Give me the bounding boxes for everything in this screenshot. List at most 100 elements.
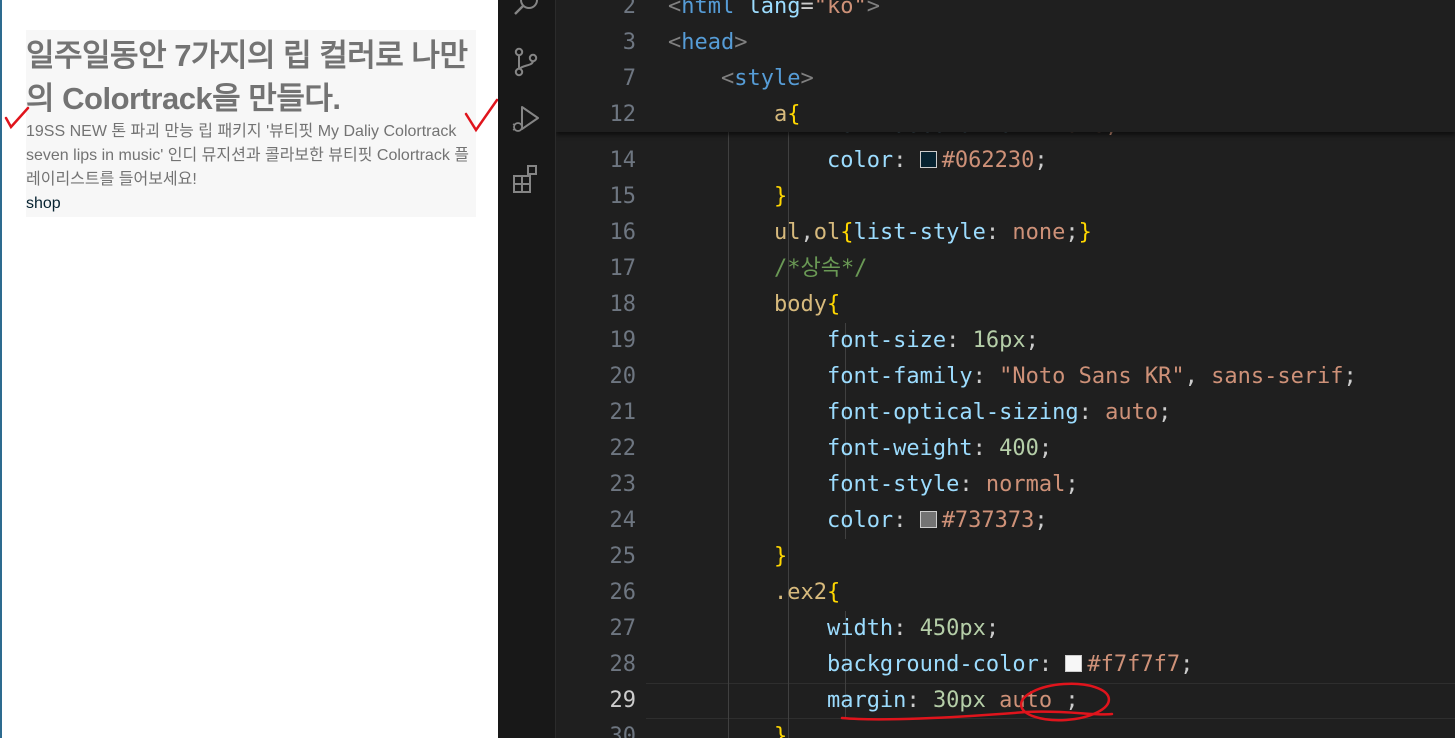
ex2-box: 일주일동안 7가지의 립 컬러로 나만의 Colortrack을 만들다. 19… xyxy=(26,30,476,217)
code-token: < xyxy=(668,30,682,55)
line-number: 12 xyxy=(609,102,637,127)
line-number: 17 xyxy=(609,256,637,281)
color-swatch-icon[interactable] xyxy=(919,151,937,168)
source-control-icon[interactable] xyxy=(510,46,542,78)
color-swatch-icon[interactable] xyxy=(1065,655,1083,672)
code-token: ; xyxy=(1052,688,1079,713)
code-line[interactable]: 21 font-optical-sizing: auto; xyxy=(556,395,1455,431)
code-line[interactable]: 22 font-weight: 400; xyxy=(556,431,1455,467)
code-token: } xyxy=(773,724,788,738)
code-token: auto xyxy=(999,688,1053,713)
code-token: ; xyxy=(1038,436,1053,461)
code-line[interactable]: 16 ul,ol{list-style: none;} xyxy=(556,215,1455,251)
code-text: width: 450px; xyxy=(668,611,999,647)
code-text: <style> xyxy=(668,61,814,97)
code-editor[interactable]: text-decoration: none; 14 color: #062230… xyxy=(556,0,1455,738)
code-line[interactable]: 30 } xyxy=(556,719,1455,738)
code-token: font-size xyxy=(826,328,947,353)
code-line[interactable]: 20 font-family: "Noto Sans KR", sans-ser… xyxy=(556,359,1455,395)
code-token: margin xyxy=(826,688,907,713)
code-line[interactable]: 24 color: #737373; xyxy=(556,503,1455,539)
code-token: : xyxy=(1078,400,1106,425)
line-number: 24 xyxy=(609,508,637,533)
code-line[interactable]: 23 font-style: normal; xyxy=(556,467,1455,503)
code-token: font-weight xyxy=(826,436,973,461)
code-text: body{ xyxy=(668,287,840,323)
code-token: ; xyxy=(1065,220,1079,245)
code-text: color: #062230; xyxy=(668,143,1048,179)
line-number: 20 xyxy=(609,364,637,389)
code-token: } xyxy=(773,544,788,569)
code-text: margin: 30px auto ; xyxy=(668,683,1079,719)
code-line[interactable]: 18 body{ xyxy=(556,287,1455,323)
code-text: } xyxy=(668,539,787,575)
line-number: 7 xyxy=(622,66,636,91)
extensions-icon[interactable] xyxy=(510,162,542,194)
code-line[interactable]: 25 } xyxy=(556,539,1455,575)
code-token: #f7f7f7 xyxy=(1087,652,1181,677)
code-line[interactable]: 29 margin: 30px auto ; xyxy=(556,683,1455,719)
run-debug-icon[interactable] xyxy=(510,103,542,135)
code-token: ; xyxy=(985,616,1000,641)
code-token: : xyxy=(985,220,1013,245)
line-number: 19 xyxy=(609,328,637,353)
code-token: 450px xyxy=(919,616,986,641)
code-line[interactable]: 12 a{ xyxy=(556,97,1455,133)
code-line[interactable]: 2 <html lang="ko"> xyxy=(556,0,1455,25)
code-text: <head> xyxy=(668,25,747,61)
code-token: { xyxy=(787,102,801,127)
shop-link[interactable]: shop xyxy=(26,192,476,216)
code-text: background-color: #f7f7f7; xyxy=(668,647,1193,683)
code-text: /*상속*/ xyxy=(668,251,867,287)
code-text: } xyxy=(668,179,787,215)
activity-bar xyxy=(498,0,556,738)
code-token: ol xyxy=(813,220,841,245)
code-token: ; xyxy=(1025,328,1039,353)
code-line[interactable]: 19 font-size: 16px; xyxy=(556,323,1455,359)
code-token: : xyxy=(972,364,1000,389)
code-line[interactable]: 7 <style> xyxy=(556,61,1455,97)
sticky-scroll-header[interactable]: 2 <html lang="ko"> 3 <head> 7 <style> 12 a{ xyxy=(556,0,1455,132)
code-token: ul xyxy=(773,220,801,245)
line-number: 25 xyxy=(609,544,637,569)
line-number: 29 xyxy=(609,688,637,713)
code-token: font-optical-sizing xyxy=(826,400,1079,425)
search-icon[interactable] xyxy=(510,0,542,22)
code-token: 30px xyxy=(932,688,986,713)
code-line[interactable]: 28 background-color: #f7f7f7; xyxy=(556,647,1455,683)
code-token: { xyxy=(826,292,841,317)
line-number: 22 xyxy=(609,436,637,461)
line-number: 30 xyxy=(609,724,637,738)
code-line[interactable]: 3 <head> xyxy=(556,25,1455,61)
code-token: } xyxy=(1078,220,1092,245)
code-token: < xyxy=(668,0,682,19)
code-token: = xyxy=(800,0,814,19)
code-line[interactable]: 26 .ex2{ xyxy=(556,575,1455,611)
code-line[interactable]: 27 width: 450px; xyxy=(556,611,1455,647)
code-line[interactable]: 17 /*상속*/ xyxy=(556,251,1455,287)
line-number: 16 xyxy=(609,220,637,245)
code-token: color xyxy=(826,508,894,533)
code-text: color: #737373; xyxy=(668,503,1048,539)
line-number: 15 xyxy=(609,184,637,209)
code-text: font-family: "Noto Sans KR", sans-serif; xyxy=(668,359,1357,395)
color-swatch-icon[interactable] xyxy=(919,511,937,528)
code-token: color xyxy=(826,148,894,173)
code-line[interactable]: 15 } xyxy=(556,179,1455,215)
page-heading: 일주일동안 7가지의 립 컬러로 나만의 Colortrack을 만들다. xyxy=(26,38,468,116)
code-token: "Noto Sans KR" xyxy=(999,364,1185,389)
code-line[interactable]: 14 color: #062230; xyxy=(556,143,1455,179)
line-number: 3 xyxy=(622,30,636,55)
code-token: : xyxy=(906,688,933,713)
